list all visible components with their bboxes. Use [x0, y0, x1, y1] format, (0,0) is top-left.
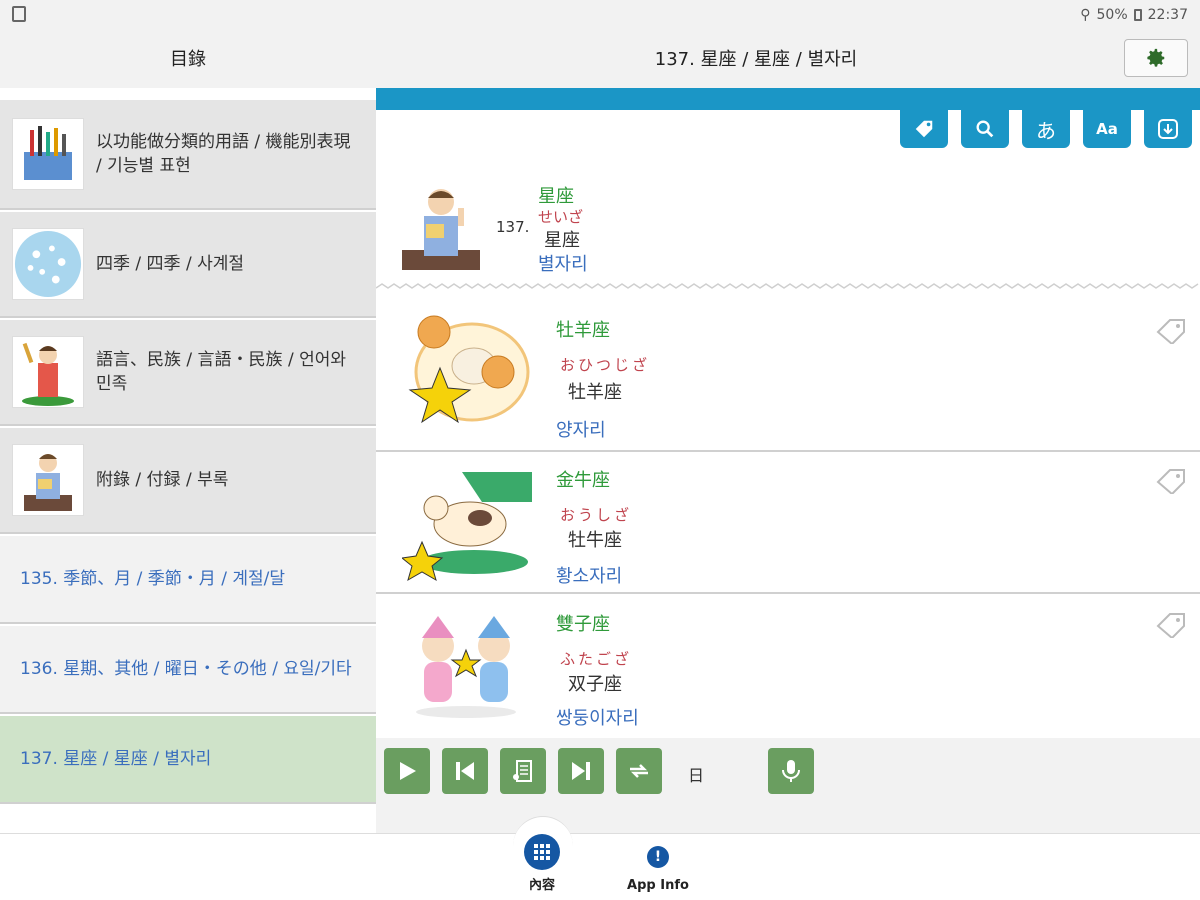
- download-icon: [1158, 119, 1178, 139]
- page-title: 137. 星座 / 星座 / 별자리: [654, 49, 858, 70]
- record-button[interactable]: [768, 748, 814, 794]
- bookmark-button[interactable]: [900, 110, 948, 148]
- category-languages[interactable]: 語言、民族 / 言語・民族 / 언어와 민족: [0, 320, 376, 426]
- toc-title: 目錄: [170, 49, 206, 70]
- category-appendix[interactable]: 附錄 / 付録 / 부록: [0, 428, 376, 534]
- toc-link-137-active[interactable]: 137. 星座 / 星座 / 별자리: [0, 716, 376, 804]
- info-icon: !: [647, 846, 669, 868]
- toc-link-label: 136. 星期、其他 / 曜日・その他 / 요일/기타: [20, 659, 352, 679]
- nav-app-info[interactable]: ! App Info: [608, 842, 708, 893]
- audio-player-bar: 日: [376, 738, 1200, 833]
- bookmark-tag-icon[interactable]: [1156, 468, 1186, 494]
- bookmark-tag-icon[interactable]: [1156, 612, 1186, 638]
- tag-icon: [915, 120, 933, 138]
- gear-icon: [1147, 48, 1165, 67]
- clock: 22:37: [1147, 7, 1188, 23]
- accent-strip: [376, 88, 1200, 110]
- category-seasons[interactable]: 四季 / 四季 / 사계절: [0, 212, 376, 318]
- nav-contents-label: 內容: [528, 878, 555, 893]
- kana-toggle-label: あ: [1036, 118, 1056, 143]
- phrase-entry-aries[interactable]: 牡羊座 おひつじざ 牡羊座 양자리: [376, 300, 1200, 452]
- twins-illustration: [416, 616, 516, 718]
- section-number: 137.: [496, 218, 530, 236]
- phrase-content: あ Aa 137. 星座 せいざ 星座 별자리 牡羊座 おひつじざ 牡羊座 양자…: [376, 88, 1200, 738]
- entry-korean: 쌍둥이자리: [556, 708, 639, 729]
- nav-contents[interactable]: 內容: [492, 834, 592, 893]
- zigzag-divider: [376, 283, 1199, 289]
- tools-illustration: [12, 118, 84, 190]
- entry-chinese: 牡羊座: [568, 382, 622, 403]
- search-button[interactable]: [961, 110, 1009, 148]
- phrase-entry-gemini[interactable]: 雙子座 ふたござ 双子座 쌍둥이자리: [376, 594, 1200, 738]
- section-korean: 별자리: [538, 254, 588, 275]
- entry-chinese: 牡牛座: [568, 530, 622, 551]
- play-icon: [400, 762, 416, 780]
- font-size-button[interactable]: Aa: [1083, 110, 1131, 148]
- content-toolbar: あ Aa: [900, 110, 1192, 148]
- section-kana: せいざ: [538, 208, 584, 226]
- language-indicator: 日: [688, 766, 705, 785]
- category-label: 語言、民族 / 言語・民族 / 언어와 민족: [96, 350, 346, 394]
- entry-chinese: 双子座: [568, 674, 622, 695]
- repeat-icon: [630, 764, 648, 778]
- section-heading-entry[interactable]: 137. 星座 せいざ 星座 별자리: [376, 176, 1200, 286]
- entry-japanese: 雙子座: [556, 614, 610, 635]
- table-of-contents: 以功能做分類的用語 / 機能別表現 / 기능별 표현 四季 / 四季 / 사계절: [0, 88, 376, 833]
- battery-level: 50%: [1096, 7, 1128, 23]
- section-chinese: 星座: [544, 230, 580, 251]
- kana-toggle-button[interactable]: あ: [1022, 110, 1070, 148]
- status-right: ⚲ 50% 22:37: [1080, 7, 1188, 23]
- notification-icon: [12, 6, 26, 22]
- battery-icon: [1133, 9, 1142, 21]
- category-label: 附錄 / 付録 / 부록: [96, 470, 229, 490]
- entry-kana: おひつじざ: [560, 356, 651, 374]
- category-label: 四季 / 四季 / 사계절: [96, 254, 244, 274]
- font-size-label: Aa: [1096, 120, 1118, 138]
- bottom-navigation: 內容 ! App Info: [0, 816, 1200, 900]
- section-japanese: 星座: [538, 186, 574, 207]
- signal-icon: ⚲: [1080, 7, 1091, 23]
- previous-button[interactable]: [442, 748, 488, 794]
- status-bar: ⚲ 50% 22:37: [0, 0, 1200, 32]
- category-functional-expressions[interactable]: 以功能做分類的用語 / 機能別表現 / 기능별 표현: [0, 100, 376, 210]
- repeat-button[interactable]: [616, 748, 662, 794]
- toc-link-135[interactable]: 135. 季節、月 / 季節・月 / 계절/달: [0, 536, 376, 624]
- ram-illustration: [408, 315, 530, 424]
- blossom-illustration: [12, 228, 84, 300]
- phrase-entry-taurus[interactable]: 金牛座 おうしざ 牡牛座 황소자리: [376, 452, 1200, 594]
- bull-illustration: [402, 472, 532, 582]
- transcript-icon: [513, 760, 532, 782]
- app-root: ⚲ 50% 22:37 目錄 137. 星座 / 星座 / 별자리 以功能做分類…: [0, 0, 1200, 900]
- next-button[interactable]: [558, 748, 604, 794]
- grid-icon: [524, 834, 560, 870]
- category-label: 以功能做分類的用語 / 機能別表現 / 기능별 표현: [96, 132, 351, 176]
- toc-link-136[interactable]: 136. 星期、其他 / 曜日・その他 / 요일/기타: [0, 626, 376, 714]
- play-button[interactable]: [384, 748, 430, 794]
- kimono-girl-illustration: [12, 336, 84, 408]
- toc-link-label: 137. 星座 / 星座 / 별자리: [20, 749, 212, 769]
- mic-icon: [782, 760, 800, 782]
- transcript-button[interactable]: [500, 748, 546, 794]
- settings-button[interactable]: [1124, 39, 1188, 77]
- entry-korean: 황소자리: [556, 566, 623, 587]
- entry-korean: 양자리: [556, 420, 606, 441]
- reading-boy-illustration: [402, 189, 480, 270]
- search-icon: [976, 120, 994, 138]
- next-icon: [572, 762, 590, 780]
- reading-boy-illustration: [12, 444, 84, 516]
- entry-japanese: 牡羊座: [556, 320, 610, 341]
- previous-icon: [456, 762, 474, 780]
- download-button[interactable]: [1144, 110, 1192, 148]
- entry-kana: ふたござ: [560, 650, 633, 668]
- nav-app-info-label: App Info: [627, 878, 689, 893]
- toc-link-label: 135. 季節、月 / 季節・月 / 계절/달: [20, 569, 285, 589]
- bookmark-tag-icon[interactable]: [1156, 318, 1186, 344]
- app-header: 目錄 137. 星座 / 星座 / 별자리: [0, 32, 1200, 88]
- entry-kana: おうしざ: [560, 506, 633, 524]
- entry-japanese: 金牛座: [556, 470, 610, 491]
